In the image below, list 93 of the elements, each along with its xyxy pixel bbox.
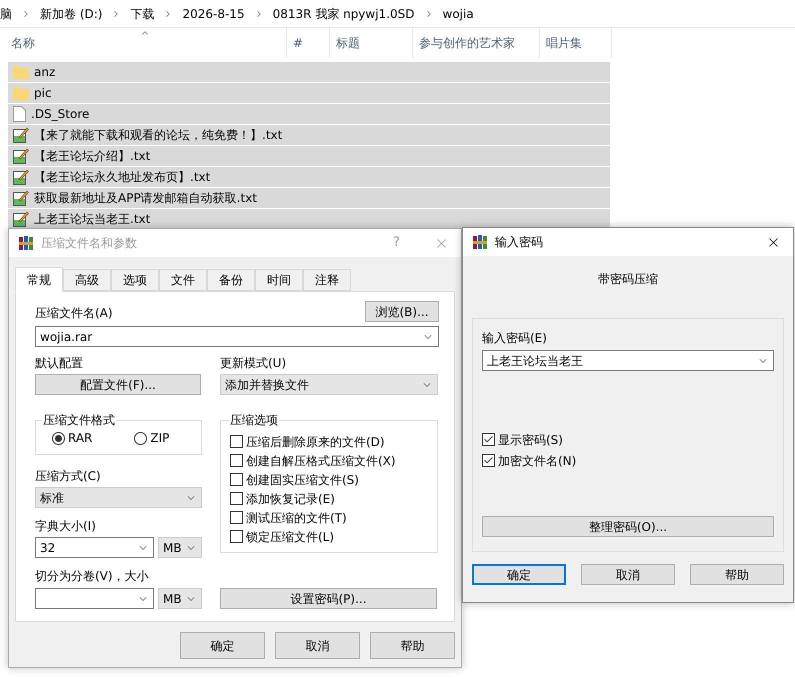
breadcrumb-item[interactable]: 2026-8-15 xyxy=(182,4,245,22)
checkbox-label: 压缩后删除原来的文件(D) xyxy=(246,434,385,450)
dropdown-field[interactable]: 上老王论坛当老王 xyxy=(482,350,774,371)
checkbox[interactable] xyxy=(230,511,243,524)
file-name: 【老王论坛永久地址发布页】.txt xyxy=(34,169,210,186)
dropdown-field[interactable] xyxy=(35,588,154,609)
file-row[interactable]: 【来了就能下载和观看的论坛，纯免费！】.txt xyxy=(8,125,610,146)
file-row[interactable]: .DS_Store xyxy=(8,104,610,125)
tab[interactable]: 高级 xyxy=(63,269,111,291)
field-label: 更新模式(U) xyxy=(220,355,288,372)
group-title: 压缩选项 xyxy=(229,412,279,429)
checkbox-label: 显示密码(S) xyxy=(498,432,563,448)
set-password-button[interactable]: 设置密码(P)... xyxy=(220,588,437,609)
checkbox-label: 创建自解压格式压缩文件(X) xyxy=(246,452,396,470)
column-header[interactable]: 标题 xyxy=(336,34,360,52)
dialog-button[interactable]: 取消 xyxy=(275,632,360,659)
dropdown-field[interactable]: MB xyxy=(158,588,202,609)
organize-passwords-button[interactable]: 整理密码(O)... xyxy=(482,516,774,537)
tab[interactable]: 时间 xyxy=(255,269,303,291)
window-title: 输入密码 xyxy=(495,234,543,251)
file-row[interactable]: 【老王论坛介绍】.txt xyxy=(8,146,610,167)
column-header[interactable]: # xyxy=(293,34,304,52)
breadcrumb-item[interactable]: 脑 xyxy=(0,4,12,22)
checkbox[interactable] xyxy=(230,435,243,448)
file-name: 获取最新地址及APP请发邮箱自动获取.txt xyxy=(34,190,258,207)
dropdown-field[interactable]: 添加并替换文件 xyxy=(220,374,438,395)
notepad-icon xyxy=(13,190,29,206)
file-name: 【来了就能下载和观看的论坛，纯免费！】.txt xyxy=(34,127,282,144)
archive-books-icon xyxy=(472,234,488,250)
file-row[interactable]: 获取最新地址及APP请发邮箱自动获取.txt xyxy=(8,188,610,209)
profiles-button[interactable]: 配置文件(F)... xyxy=(35,374,201,395)
breadcrumb-item[interactable]: 0813R 我家 npywj1.0SD xyxy=(272,4,414,22)
file-name: .DS_Store xyxy=(31,106,90,123)
breadcrumb-item[interactable]: 新加卷 (D:) xyxy=(40,4,102,22)
checkbox[interactable] xyxy=(230,492,243,505)
checkbox[interactable] xyxy=(230,473,243,486)
notepad-icon xyxy=(13,169,29,185)
tab[interactable]: 常规 xyxy=(15,267,63,292)
dialog-button[interactable]: 帮助 xyxy=(690,564,784,585)
dropdown-field[interactable]: wojia.rar xyxy=(35,326,439,347)
radio-label: ZIP xyxy=(150,430,170,447)
dialog-button[interactable]: 取消 xyxy=(581,564,675,585)
breadcrumb-item[interactable]: wojia xyxy=(442,4,474,22)
archive-books-icon xyxy=(18,235,34,251)
folder-icon xyxy=(13,86,29,100)
notepad-icon xyxy=(13,211,29,227)
notepad-icon xyxy=(13,148,29,164)
dialog-button[interactable]: 帮助 xyxy=(370,632,455,659)
radio-button[interactable] xyxy=(52,432,65,444)
radio-label: RAR xyxy=(68,430,92,447)
field-label: 切分为分卷(V)，大小 xyxy=(35,568,150,585)
checkbox[interactable] xyxy=(482,454,495,467)
field-label: 输入密码(E) xyxy=(482,330,548,347)
folder-icon xyxy=(13,65,29,79)
checkbox-label: 添加恢复记录(E) xyxy=(246,490,335,508)
notepad-icon xyxy=(13,127,29,143)
field-label: 压缩方式(C) xyxy=(35,468,102,485)
file-row[interactable]: 【老王论坛永久地址发布页】.txt xyxy=(8,167,610,188)
checkbox[interactable] xyxy=(230,530,243,543)
dialog-button[interactable]: 确定 xyxy=(180,632,265,659)
dropdown-field[interactable]: MB xyxy=(158,537,202,558)
file-icon xyxy=(13,106,26,122)
tab[interactable]: 选项 xyxy=(111,269,159,291)
column-header[interactable]: 唱片集 xyxy=(546,34,582,52)
browse-button[interactable]: 浏览(B)... xyxy=(365,301,439,322)
radio-button[interactable] xyxy=(134,432,148,444)
file-row[interactable]: pic xyxy=(8,83,610,104)
tab[interactable]: 备份 xyxy=(207,269,255,291)
tab[interactable]: 注释 xyxy=(303,269,351,291)
field-label: 默认配置 xyxy=(35,355,84,372)
tab[interactable]: 文件 xyxy=(159,269,207,291)
field-label: 压缩文件名(A) xyxy=(35,305,113,322)
group-title: 压缩文件格式 xyxy=(42,412,116,429)
checkbox[interactable] xyxy=(230,454,243,467)
checkbox-label: 锁定压缩文件(L) xyxy=(246,528,334,546)
dialog-button[interactable]: 确定 xyxy=(472,564,566,585)
field-label: 字典大小(I) xyxy=(35,518,97,535)
dialog-heading: 带密码压缩 xyxy=(598,271,658,288)
file-name: pic xyxy=(34,85,52,102)
dropdown-field[interactable]: 标准 xyxy=(35,487,202,508)
file-name: anz xyxy=(34,64,56,81)
breadcrumb-item[interactable]: 下载 xyxy=(130,4,154,22)
checkbox-label: 加密文件名(N) xyxy=(498,452,576,470)
checkbox-label: 创建固实压缩文件(S) xyxy=(246,472,359,488)
column-header[interactable]: 名称 xyxy=(11,34,35,52)
checkbox[interactable] xyxy=(482,433,495,446)
window-title: 压缩文件名和参数 xyxy=(41,235,137,252)
file-name: 【老王论坛介绍】.txt xyxy=(34,148,150,165)
file-name: 上老王论坛当老王.txt xyxy=(34,211,150,228)
checkbox-label: 测试压缩的文件(T) xyxy=(246,510,347,526)
dropdown-field[interactable]: 32 xyxy=(35,537,154,558)
column-header[interactable]: 参与创作的艺术家 xyxy=(419,34,515,52)
file-row[interactable]: anz xyxy=(8,62,610,83)
